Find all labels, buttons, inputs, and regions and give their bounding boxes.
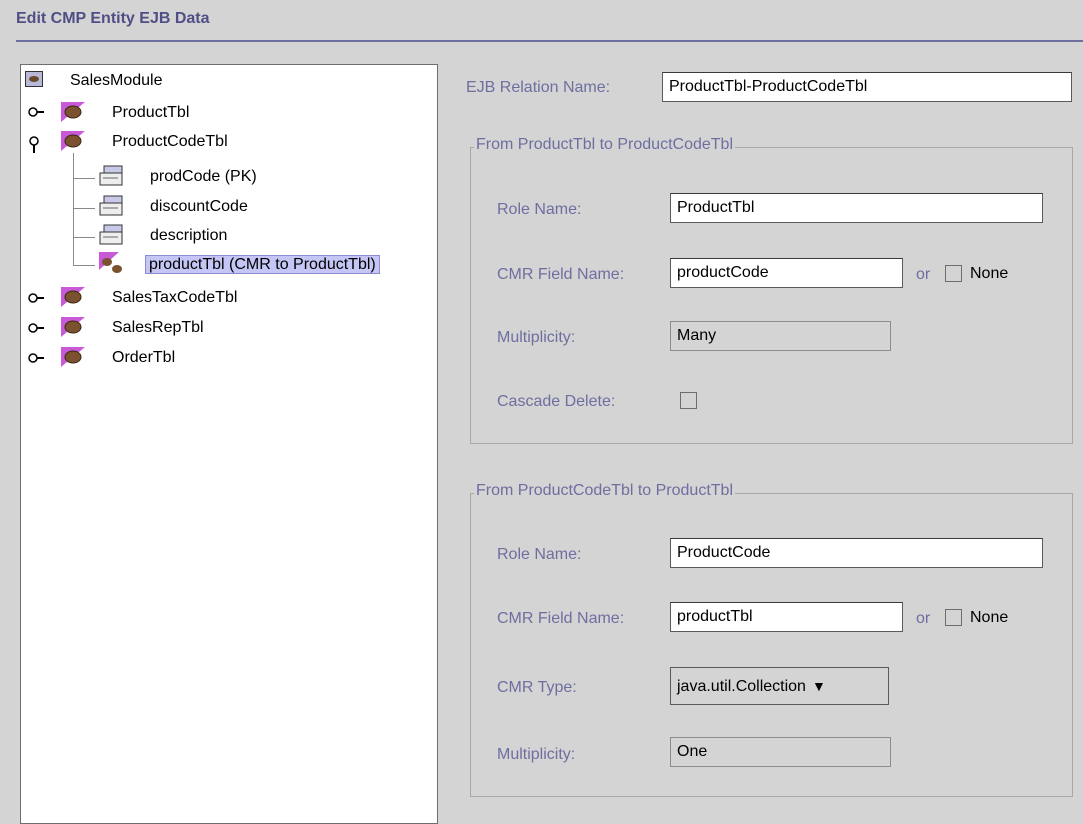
entity-bean-icon	[61, 317, 85, 342]
module-tree[interactable]: SalesModule ProductTbl ProductCodeTbl pr…	[20, 64, 438, 824]
tree-connector	[73, 208, 95, 209]
none-label: None	[970, 609, 1009, 626]
cmr-type-label: CMR Type:	[497, 679, 577, 696]
none-label: None	[970, 265, 1009, 282]
cascade-delete-label: Cascade Delete:	[497, 393, 616, 410]
tree-item-producttbl[interactable]: ProductTbl	[109, 99, 192, 127]
cmr-field-name-input[interactable]: productCode	[670, 258, 903, 288]
field-icon	[99, 224, 125, 253]
group-title: From ProductCodeTbl to ProductTbl	[474, 482, 735, 500]
dropdown-arrow-icon: ▼	[811, 678, 826, 694]
tree-item-prodcode[interactable]: prodCode (PK)	[147, 163, 260, 191]
tree-connector	[73, 178, 95, 179]
tree-item-discountcode[interactable]: discountCode	[147, 193, 251, 221]
expand-handle-icon[interactable]	[27, 105, 45, 119]
tree-connector	[73, 153, 74, 265]
tree-connector	[73, 237, 95, 238]
entity-bean-icon	[61, 347, 85, 372]
relation-name-input[interactable]: ProductTbl-ProductCodeTbl	[662, 72, 1072, 102]
tree-connector	[73, 265, 95, 266]
multiplicity-value: One	[670, 737, 891, 767]
module-icon	[25, 71, 43, 92]
panel-title: Edit CMP Entity EJB Data	[16, 10, 210, 27]
tree-item-salesreptbl[interactable]: SalesRepTbl	[109, 314, 207, 342]
expand-handle-icon[interactable]	[27, 351, 45, 365]
multiplicity-value: Many	[670, 321, 891, 351]
group-title: From ProductTbl to ProductCodeTbl	[474, 136, 735, 154]
role-name-input[interactable]: ProductTbl	[670, 193, 1043, 223]
relation-name-label: EJB Relation Name:	[466, 79, 611, 96]
tree-item-productcodetbl[interactable]: ProductCodeTbl	[109, 128, 231, 156]
tree-item-description[interactable]: description	[147, 222, 230, 250]
expand-handle-icon[interactable]	[27, 321, 45, 335]
entity-bean-icon	[61, 287, 85, 312]
entity-bean-icon	[61, 102, 85, 127]
tree-item-cmr-producttbl[interactable]: productTbl (CMR to ProductTbl)	[145, 251, 380, 279]
field-icon	[99, 165, 125, 194]
cascade-delete-checkbox[interactable]	[680, 392, 697, 409]
role-name-label: Role Name:	[497, 546, 582, 563]
cmr-field-name-input[interactable]: productTbl	[670, 602, 903, 632]
none-checkbox[interactable]	[945, 265, 962, 282]
multiplicity-label: Multiplicity:	[497, 746, 576, 763]
cmr-relation-icon	[99, 252, 125, 281]
tree-item-ordertbl[interactable]: OrderTbl	[109, 344, 178, 372]
or-label: or	[916, 610, 931, 627]
collapse-handle-icon[interactable]	[27, 135, 45, 153]
expand-handle-icon[interactable]	[27, 291, 45, 305]
tree-root-salesmodule[interactable]: SalesModule	[67, 67, 166, 95]
cmr-field-name-label: CMR Field Name:	[497, 610, 625, 627]
tree-item-salestaxcodetbl[interactable]: SalesTaxCodeTbl	[109, 284, 240, 312]
multiplicity-label: Multiplicity:	[497, 329, 576, 346]
cmr-field-name-label: CMR Field Name:	[497, 266, 625, 283]
none-checkbox[interactable]	[945, 609, 962, 626]
role-name-input[interactable]: ProductCode	[670, 538, 1043, 568]
cmr-type-dropdown[interactable]: java.util.Collection ▼	[670, 667, 889, 705]
role-name-label: Role Name:	[497, 201, 582, 218]
or-label: or	[916, 266, 931, 283]
field-icon	[99, 195, 125, 224]
cmr-type-selected: java.util.Collection	[677, 678, 806, 695]
title-divider	[16, 40, 1083, 42]
